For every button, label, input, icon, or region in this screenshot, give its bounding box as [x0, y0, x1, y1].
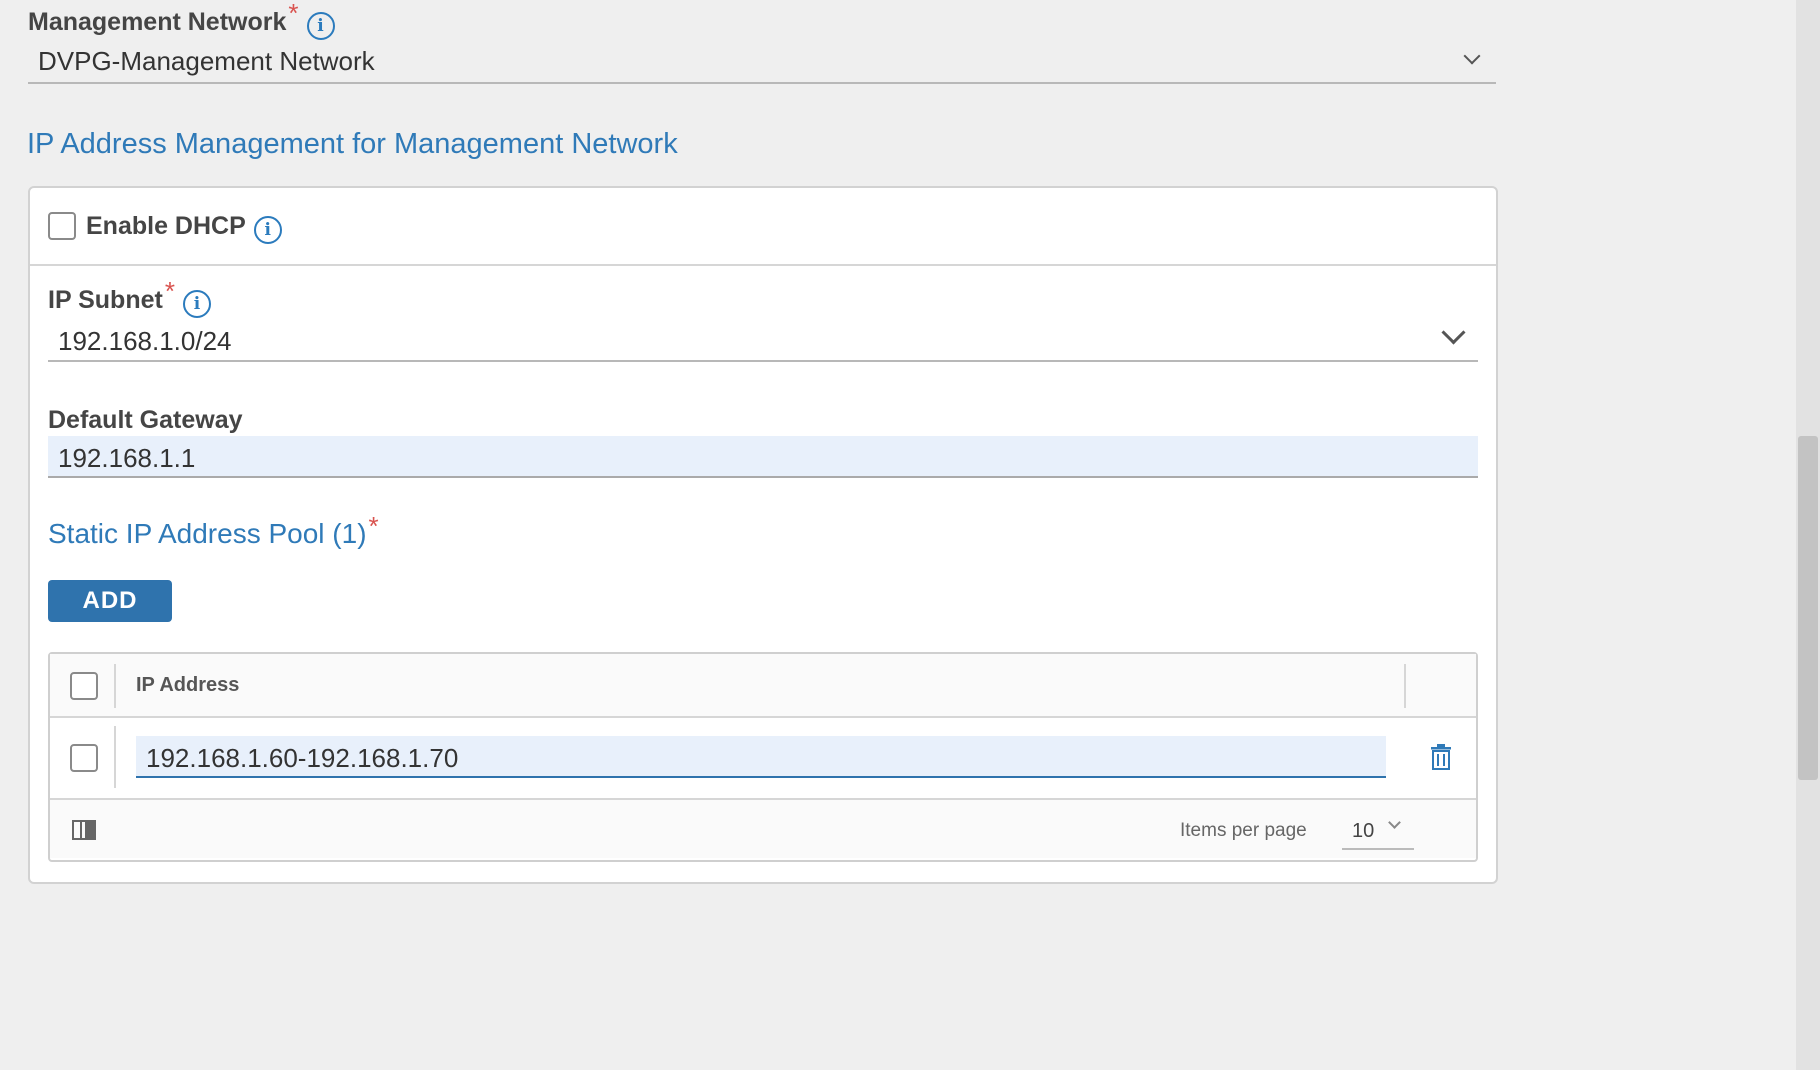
enable-dhcp-label-row: Enable DHCP i — [86, 212, 282, 244]
management-network-select[interactable]: DVPG-Management Network — [28, 42, 1496, 84]
ip-subnet-value: 192.168.1.0/24 — [58, 326, 232, 356]
column-separator — [114, 664, 116, 708]
datagrid-header — [50, 654, 1476, 716]
default-gateway-input[interactable]: 192.168.1.1 — [48, 436, 1478, 478]
add-button[interactable]: ADD — [48, 580, 172, 622]
column-toggle-icon[interactable] — [72, 820, 96, 840]
row-checkbox[interactable] — [70, 744, 98, 772]
column-separator — [1404, 664, 1406, 708]
datagrid-footer: Items per page 10 — [50, 800, 1476, 858]
ipam-section-title: IP Address Management for Management Net… — [27, 128, 678, 160]
static-pool-datagrid: IP Address 192.168.1.60-192.168.1.70 Ite… — [48, 652, 1478, 862]
chevron-down-icon — [1441, 320, 1466, 345]
management-network-label-row: Management Network* i — [28, 0, 335, 40]
divider — [30, 264, 1496, 266]
ip-address-value: 192.168.1.60-192.168.1.70 — [146, 743, 459, 773]
default-gateway-label: Default Gateway — [48, 406, 243, 434]
info-icon[interactable]: i — [253, 215, 282, 244]
column-separator — [114, 726, 116, 788]
ipam-card: Enable DHCP i IP Subnet* i 192.168.1.0/24 … — [28, 186, 1498, 884]
enable-dhcp-label: Enable DHCP — [86, 212, 246, 240]
ip-subnet-label-row: IP Subnet* i — [48, 276, 211, 318]
static-pool-title-row: Static IP Address Pool (1)* — [48, 511, 379, 550]
table-row: 192.168.1.60-192.168.1.70 — [50, 718, 1476, 798]
default-gateway-value: 192.168.1.1 — [58, 443, 196, 473]
items-per-page-value: 10 — [1352, 820, 1375, 842]
info-icon[interactable]: i — [306, 11, 335, 40]
chevron-down-icon — [1463, 47, 1481, 65]
info-icon[interactable]: i — [182, 289, 211, 318]
select-all-checkbox[interactable] — [70, 672, 98, 700]
required-mark: * — [164, 276, 175, 306]
trash-icon[interactable] — [1430, 744, 1452, 770]
scrollbar-thumb[interactable] — [1798, 436, 1818, 780]
management-network-label: Management Network — [28, 8, 287, 36]
ip-address-input[interactable]: 192.168.1.60-192.168.1.70 — [136, 736, 1386, 778]
enable-dhcp-checkbox[interactable] — [48, 212, 76, 240]
static-pool-title: Static IP Address Pool (1) — [48, 518, 367, 549]
required-mark: * — [288, 0, 299, 28]
column-header-ip-address[interactable]: IP Address — [136, 674, 239, 697]
required-mark: * — [368, 511, 379, 541]
management-network-value: DVPG-Management Network — [38, 46, 375, 76]
ip-subnet-select[interactable]: 192.168.1.0/24 — [48, 320, 1478, 362]
items-per-page-label: Items per page — [1180, 820, 1307, 841]
items-per-page-select[interactable]: 10 — [1342, 812, 1414, 850]
ip-subnet-label: IP Subnet — [48, 286, 163, 314]
chevron-down-icon — [1388, 816, 1401, 829]
